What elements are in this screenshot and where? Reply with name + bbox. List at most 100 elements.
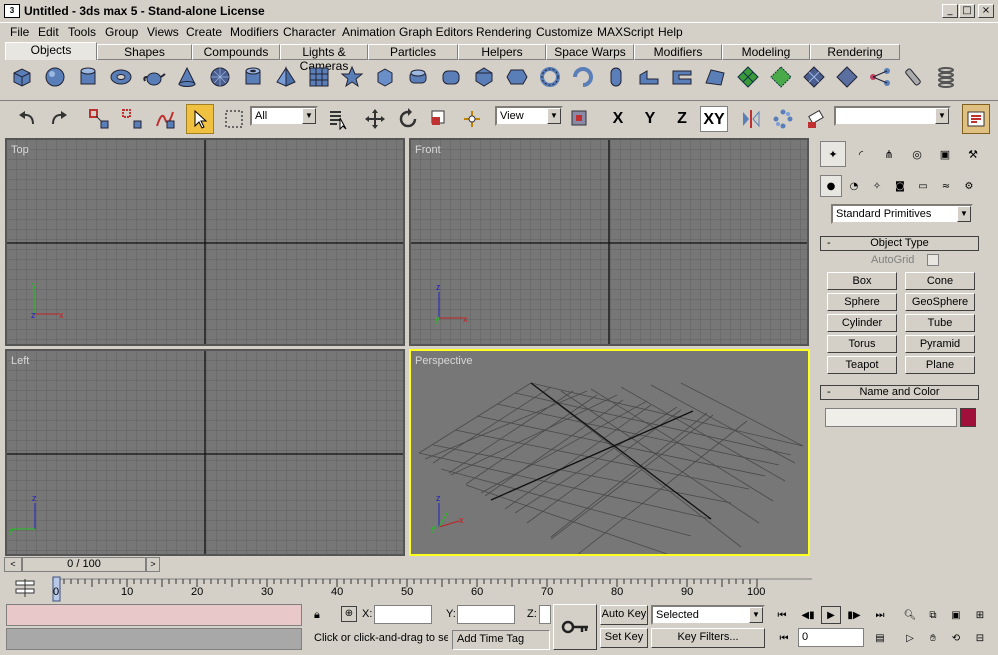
menu-modifiers[interactable]: Modifiers bbox=[230, 25, 279, 39]
torus-icon[interactable] bbox=[107, 62, 135, 92]
spring-icon[interactable] bbox=[932, 62, 960, 92]
pyramid-icon[interactable] bbox=[272, 62, 300, 92]
tab-modeling[interactable]: Modeling bbox=[722, 44, 810, 60]
patch-grid-icon[interactable] bbox=[734, 62, 762, 92]
key-mode-dropdown[interactable]: Selected ▼ bbox=[651, 605, 765, 625]
y-coordinate-input[interactable] bbox=[457, 605, 515, 624]
nurbs-surface-icon[interactable] bbox=[800, 62, 828, 92]
viewport-label[interactable]: Perspective bbox=[415, 355, 472, 367]
oiltank-icon[interactable] bbox=[437, 62, 465, 92]
object-color-swatch[interactable] bbox=[960, 408, 976, 427]
primitive-category-dropdown[interactable]: Standard Primitives ▼ bbox=[831, 204, 973, 224]
render-scene-icon[interactable] bbox=[962, 104, 990, 134]
pyramid-button[interactable]: Pyramid bbox=[905, 335, 975, 353]
capsule-icon[interactable] bbox=[602, 62, 630, 92]
lights-icon[interactable]: ✧ bbox=[866, 175, 888, 197]
menu-tools[interactable]: Tools bbox=[68, 25, 96, 39]
lock-selection-icon[interactable]: 🔒︎ bbox=[314, 608, 320, 622]
shapes-icon[interactable]: ◔ bbox=[843, 175, 865, 197]
field-of-view-icon[interactable]: ▷ bbox=[900, 629, 920, 647]
menu-help[interactable]: Help bbox=[658, 25, 683, 39]
rectangular-selection-icon[interactable] bbox=[220, 104, 248, 134]
x-coordinate-input[interactable] bbox=[374, 605, 432, 624]
maximize-button[interactable]: □ bbox=[959, 4, 975, 18]
cone-button[interactable]: Cone bbox=[905, 272, 975, 290]
plane-button[interactable]: Plane bbox=[905, 356, 975, 374]
tab-helpers[interactable]: Helpers bbox=[458, 44, 546, 60]
c-ext-icon[interactable] bbox=[668, 62, 696, 92]
add-time-tag-button[interactable]: Add Time Tag bbox=[452, 630, 550, 650]
menu-rendering[interactable]: Rendering bbox=[476, 25, 531, 39]
geosphere-icon[interactable] bbox=[206, 62, 234, 92]
close-button[interactable]: × bbox=[978, 4, 994, 18]
named-selection-sets-dropdown[interactable]: ▼ bbox=[834, 106, 951, 126]
chamfer-box-icon[interactable] bbox=[371, 62, 399, 92]
tab-shapes[interactable]: Shapes bbox=[97, 44, 192, 60]
play-icon[interactable]: ▶ bbox=[821, 606, 841, 624]
next-frame-icon[interactable]: ▮▶ bbox=[844, 606, 864, 624]
key-mode-toggle-icon[interactable]: ⏮ bbox=[774, 629, 794, 647]
set-key-button[interactable]: Set Key bbox=[600, 628, 648, 648]
menu-maxscript[interactable]: MAXScript bbox=[597, 25, 654, 39]
cameras-icon[interactable]: ◙ bbox=[889, 175, 911, 197]
cone-icon[interactable] bbox=[173, 62, 201, 92]
z-coordinate-input[interactable] bbox=[539, 605, 551, 624]
ringwave-icon[interactable] bbox=[569, 62, 597, 92]
go-to-end-icon[interactable]: ⏭ bbox=[870, 606, 890, 624]
tri-patch-icon[interactable] bbox=[767, 62, 795, 92]
scale-icon[interactable] bbox=[426, 104, 454, 134]
current-frame-input[interactable]: 0 bbox=[798, 628, 864, 647]
geometry-icon[interactable]: ● bbox=[820, 175, 842, 197]
select-by-name-icon[interactable] bbox=[324, 104, 352, 134]
bind-to-space-warp-icon[interactable] bbox=[151, 104, 179, 134]
menu-character[interactable]: Character bbox=[283, 25, 336, 39]
helpers-icon[interactable]: ▭ bbox=[912, 175, 934, 197]
tube-icon[interactable] bbox=[239, 62, 267, 92]
menu-customize[interactable]: Customize bbox=[536, 25, 593, 39]
torus-knot-icon[interactable] bbox=[536, 62, 564, 92]
select-and-link-icon[interactable] bbox=[85, 104, 113, 134]
selection-filter-dropdown[interactable]: All ▼ bbox=[250, 106, 318, 126]
tab-modifiers[interactable]: Modifiers bbox=[634, 44, 722, 60]
auto-key-button[interactable]: Auto Key bbox=[600, 605, 648, 625]
viewport-front[interactable]: z x y Front bbox=[409, 138, 809, 346]
menu-animation[interactable]: Animation bbox=[342, 25, 395, 39]
hedra-icon[interactable] bbox=[338, 62, 366, 92]
box-button[interactable]: Box bbox=[827, 272, 897, 290]
chamfer-cylinder-icon[interactable] bbox=[404, 62, 432, 92]
teapot-icon[interactable] bbox=[140, 62, 168, 92]
viewport-label[interactable]: Left bbox=[11, 355, 29, 367]
utilities-tab-icon[interactable]: ⚒ bbox=[960, 141, 986, 167]
menu-edit[interactable]: Edit bbox=[38, 25, 59, 39]
align-icon[interactable] bbox=[802, 104, 830, 134]
restrict-x-button[interactable]: X bbox=[605, 106, 631, 132]
go-to-start-icon[interactable]: ⏮ bbox=[772, 606, 792, 624]
gengon-icon[interactable] bbox=[503, 62, 531, 92]
geosphere-button[interactable]: GeoSphere bbox=[905, 293, 975, 311]
menu-group[interactable]: Group bbox=[105, 25, 138, 39]
cylinder-icon[interactable] bbox=[74, 62, 102, 92]
viewport-top[interactable]: y x z Top bbox=[5, 138, 405, 346]
menu-file[interactable]: File bbox=[10, 25, 29, 39]
redo-icon[interactable] bbox=[45, 104, 73, 134]
zoom-icon[interactable]: 🔍︎ bbox=[900, 606, 920, 624]
sphere-button[interactable]: Sphere bbox=[827, 293, 897, 311]
tab-particles[interactable]: Particles bbox=[368, 44, 458, 60]
display-tab-icon[interactable]: ▣ bbox=[932, 141, 958, 167]
menu-graph-editors[interactable]: Graph Editors bbox=[399, 25, 473, 39]
unlink-selection-icon[interactable] bbox=[118, 104, 146, 134]
prism-icon[interactable] bbox=[701, 62, 729, 92]
previous-frame-icon[interactable]: ◀▮ bbox=[798, 606, 818, 624]
torus-button[interactable]: Torus bbox=[827, 335, 897, 353]
create-tab-icon[interactable]: ✦ bbox=[820, 141, 846, 167]
key-filters-button[interactable]: Key Filters... bbox=[651, 628, 765, 648]
restrict-z-button[interactable]: Z bbox=[669, 106, 695, 132]
autogrid-checkbox[interactable] bbox=[927, 254, 939, 266]
tab-rendering[interactable]: Rendering bbox=[810, 44, 900, 60]
menu-create[interactable]: Create bbox=[186, 25, 222, 39]
time-configuration-icon[interactable]: ▤ bbox=[870, 629, 890, 647]
move-icon[interactable] bbox=[361, 104, 389, 134]
viewport-perspective[interactable]: z x y Perspective bbox=[409, 349, 810, 556]
tube-button[interactable]: Tube bbox=[905, 314, 975, 332]
absolute-mode-transform-icon[interactable]: ⊕ bbox=[341, 606, 357, 622]
